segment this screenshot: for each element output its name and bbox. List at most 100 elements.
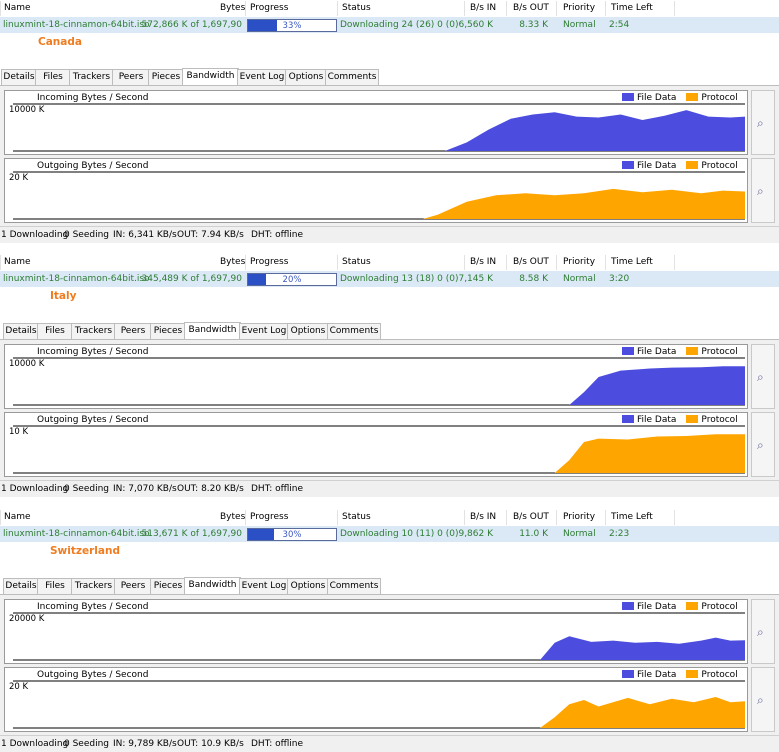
column-header[interactable]: Progress [250,257,288,267]
tab-comments[interactable]: Comments [325,69,379,85]
tab-details[interactable]: Details [3,323,39,339]
column-divider[interactable] [506,1,507,16]
column-header[interactable]: Bytes [220,3,245,13]
tab-event-log[interactable]: Event Log [237,69,287,85]
column-divider[interactable] [337,255,338,270]
column-header[interactable]: Time Left [611,512,653,522]
column-header[interactable]: Priority [563,3,595,13]
zoom-magnifier-icon: ⌕ [757,369,764,384]
torrent-row[interactable]: linuxmint-18-cinnamon-64bit.iso 345,489 K… [0,271,779,287]
progress-text: 30% [282,530,302,540]
column-header[interactable]: Name [4,3,31,13]
outgoing-zoom-button[interactable]: ⌕ [751,412,775,477]
torrent-panel: Name Bytes Progress Status B/s IN B/s OUT Prio… [0,509,779,752]
torrent-rate-out: 11.0 K [519,529,548,539]
status-downloading: 1 Downloading [1,739,69,749]
tab-details[interactable]: Details [3,578,39,594]
zoom-magnifier-icon: ⌕ [757,437,764,452]
column-header[interactable]: Time Left [611,3,653,13]
tab-options[interactable]: Options [287,578,329,594]
column-header[interactable]: B/s OUT [513,257,549,267]
column-divider[interactable] [506,510,507,525]
column-header[interactable]: Status [342,512,371,522]
status-seeding: 0 Seeding [64,739,110,749]
tab-files[interactable]: Files [37,578,73,594]
column-divider[interactable] [0,255,1,270]
torrent-panel: Name Bytes Progress Status B/s IN B/s OUT Prio… [0,0,779,243]
tab-peers[interactable]: Peers [114,323,152,339]
column-header[interactable]: B/s IN [470,512,496,522]
country-label: Canada [38,36,82,48]
column-divider[interactable] [245,1,246,16]
column-header[interactable]: Priority [563,512,595,522]
torrent-time-left: 2:23 [609,529,630,539]
incoming-zoom-button[interactable]: ⌕ [751,599,775,664]
tab-bandwidth[interactable]: Bandwidth [184,322,241,339]
outgoing-zoom-button[interactable]: ⌕ [751,158,775,223]
column-header[interactable]: Progress [250,3,288,13]
column-divider[interactable] [556,510,557,525]
column-header[interactable]: B/s OUT [513,512,549,522]
progress-text: 20% [282,275,302,285]
column-header[interactable]: Name [4,257,31,267]
column-divider[interactable] [605,255,606,270]
column-divider[interactable] [0,510,1,525]
column-divider[interactable] [605,1,606,16]
tab-peers[interactable]: Peers [112,69,150,85]
column-header[interactable]: B/s IN [470,257,496,267]
column-divider[interactable] [245,255,246,270]
column-header[interactable]: B/s OUT [513,3,549,13]
column-header[interactable]: Progress [250,512,288,522]
tab-pieces[interactable]: Pieces [148,69,184,85]
progress-text: 33% [282,21,302,31]
torrent-row[interactable]: linuxmint-18-cinnamon-64bit.iso 572,866 K… [0,17,779,33]
column-header[interactable]: Priority [563,257,595,267]
tab-bandwidth[interactable]: Bandwidth [182,68,239,85]
column-divider[interactable] [464,1,465,16]
tab-options[interactable]: Options [285,69,327,85]
torrent-status: Downloading 10 (11) 0 (0) [340,529,459,539]
tab-details[interactable]: Details [1,69,37,85]
tab-trackers[interactable]: Trackers [69,69,114,85]
incoming-zoom-button[interactable]: ⌕ [751,344,775,409]
column-header[interactable]: Name [4,512,31,522]
tab-files[interactable]: Files [35,69,71,85]
torrent-name: linuxmint-18-cinnamon-64bit.iso [3,274,150,284]
tab-trackers[interactable]: Trackers [71,323,116,339]
column-header[interactable]: Status [342,3,371,13]
tab-pieces[interactable]: Pieces [150,323,186,339]
column-divider[interactable] [506,255,507,270]
status-in: IN: 9,789 KB/s [113,739,177,749]
tab-options[interactable]: Options [287,323,329,339]
tab-pieces[interactable]: Pieces [150,578,186,594]
column-divider[interactable] [605,510,606,525]
column-divider[interactable] [464,255,465,270]
column-divider[interactable] [245,510,246,525]
column-divider[interactable] [464,510,465,525]
column-divider[interactable] [556,1,557,16]
torrent-status: Downloading 24 (26) 0 (0) [340,20,459,30]
outgoing-zoom-button[interactable]: ⌕ [751,667,775,732]
tab-event-log[interactable]: Event Log [239,578,289,594]
column-header[interactable]: Bytes [220,257,245,267]
tab-files[interactable]: Files [37,323,73,339]
column-header[interactable]: Bytes [220,512,245,522]
column-divider[interactable] [337,1,338,16]
column-header[interactable]: B/s IN [470,3,496,13]
column-divider[interactable] [674,255,675,270]
column-header[interactable]: Status [342,257,371,267]
column-divider[interactable] [337,510,338,525]
tab-peers[interactable]: Peers [114,578,152,594]
tab-trackers[interactable]: Trackers [71,578,116,594]
column-divider[interactable] [674,510,675,525]
column-header[interactable]: Time Left [611,257,653,267]
column-divider[interactable] [556,255,557,270]
column-divider[interactable] [674,1,675,16]
tab-event-log[interactable]: Event Log [239,323,289,339]
torrent-row[interactable]: linuxmint-18-cinnamon-64bit.iso 513,671 K… [0,526,779,542]
incoming-zoom-button[interactable]: ⌕ [751,90,775,155]
column-divider[interactable] [0,1,1,16]
tab-comments[interactable]: Comments [327,323,381,339]
tab-bandwidth[interactable]: Bandwidth [184,577,241,594]
tab-comments[interactable]: Comments [327,578,381,594]
